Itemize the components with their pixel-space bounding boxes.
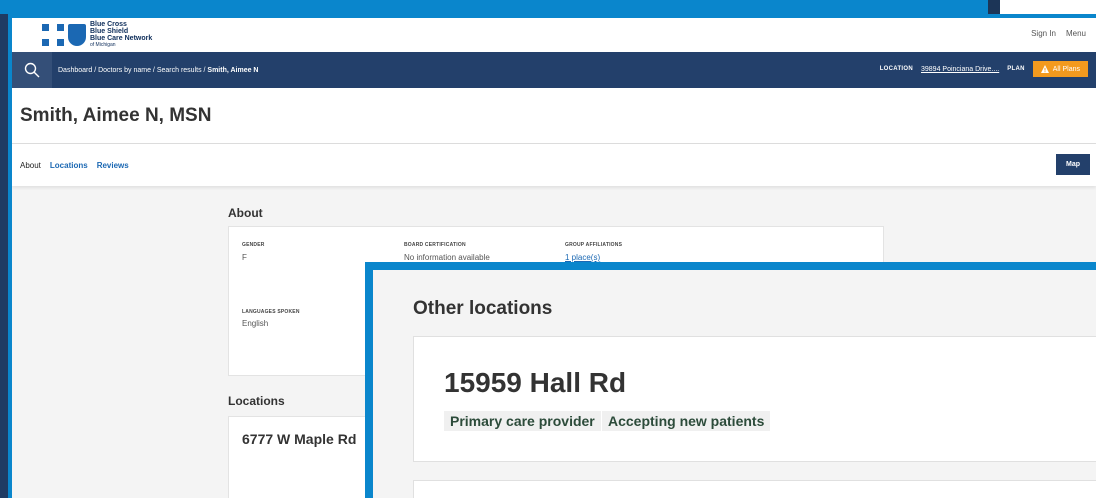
other-location-card[interactable]: 15959 Hall Rd Primary care provider Acce… bbox=[413, 336, 1096, 462]
breadcrumb-current: Smith, Aimee N bbox=[207, 66, 259, 74]
languages-value: English bbox=[242, 319, 269, 328]
blue-cross-icon bbox=[42, 24, 64, 46]
gender-value: F bbox=[242, 253, 247, 262]
gender-label: GENDER bbox=[242, 242, 265, 248]
other-location-street: 15959 Hall Rd bbox=[444, 367, 627, 398]
nav-bar: Dashboard / Doctors by name / Search res… bbox=[12, 52, 1096, 88]
menu-link[interactable]: Menu bbox=[1066, 29, 1086, 38]
primary-care-badge: Primary care provider bbox=[444, 411, 601, 431]
languages-label: LANGUAGES SPOKEN bbox=[242, 309, 300, 315]
other-locations-heading: Other locations bbox=[413, 298, 553, 319]
about-heading: About bbox=[228, 206, 263, 220]
logo-line-2: Blue Shield bbox=[90, 28, 129, 35]
title-bar: Smith, Aimee N, MSN bbox=[12, 88, 1096, 144]
group-affiliations-link[interactable]: 1 place(s) bbox=[565, 253, 600, 262]
accepting-patients-badge: Accepting new patients bbox=[602, 411, 771, 431]
tab-reviews[interactable]: Reviews bbox=[97, 161, 129, 170]
profile-tabs: About Locations Reviews Map bbox=[12, 144, 1096, 186]
zoom-content: Other locations 15959 Hall Rd Primary ca… bbox=[373, 270, 1096, 498]
tab-about[interactable]: About bbox=[20, 161, 41, 170]
frame-top-border bbox=[0, 0, 1000, 14]
board-cert-value: No information available bbox=[404, 253, 490, 262]
all-plans-button[interactable]: All Plans bbox=[1032, 61, 1088, 77]
location-link[interactable]: 39894 Poinciana Drive.... bbox=[921, 66, 999, 73]
other-location-card-2[interactable] bbox=[413, 480, 1096, 498]
warning-icon bbox=[1040, 65, 1049, 73]
logo-text: Blue Cross Blue Shield Blue Care Network… bbox=[90, 21, 152, 49]
tab-locations[interactable]: Locations bbox=[50, 161, 88, 170]
search-button[interactable] bbox=[12, 52, 52, 88]
location-label: LOCATION bbox=[879, 66, 913, 72]
logo-line-3: Blue Care Network bbox=[90, 35, 153, 42]
breadcrumb: Dashboard / Doctors by name / Search res… bbox=[58, 67, 259, 74]
locations-heading: Locations bbox=[228, 394, 285, 408]
breadcrumb-path[interactable]: Dashboard / Doctors by name / Search res… bbox=[58, 67, 207, 74]
header-links: Sign In Menu bbox=[1031, 29, 1086, 38]
logo-line-4: of Michigan bbox=[90, 42, 116, 48]
location-street: 6777 W Maple Rd bbox=[242, 431, 357, 447]
bcbs-logo[interactable]: Blue Cross Blue Shield Blue Care Network… bbox=[42, 21, 152, 49]
search-icon bbox=[24, 62, 40, 78]
sign-in-link[interactable]: Sign In bbox=[1031, 29, 1056, 38]
logo-line-1: Blue Cross bbox=[90, 21, 127, 28]
frame-white-tab bbox=[1000, 0, 1096, 14]
map-button[interactable]: Map bbox=[1056, 154, 1090, 175]
all-plans-label: All Plans bbox=[1052, 65, 1080, 73]
group-affiliations-label: GROUP AFFILIATIONS bbox=[565, 242, 623, 248]
site-header: Blue Cross Blue Shield Blue Care Network… bbox=[12, 18, 1096, 52]
plan-label: PLAN bbox=[1007, 66, 1025, 72]
zoom-callout: Other locations 15959 Hall Rd Primary ca… bbox=[365, 262, 1096, 498]
blue-shield-icon bbox=[68, 24, 86, 46]
board-cert-label: BOARD CERTIFICATION bbox=[404, 242, 466, 248]
screenshot-stage: Blue Cross Blue Shield Blue Care Network… bbox=[0, 0, 1096, 498]
provider-name: Smith, Aimee N, MSN bbox=[20, 104, 212, 126]
location-plan-bar: LOCATION 39894 Poinciana Drive.... PLAN … bbox=[880, 61, 1088, 77]
